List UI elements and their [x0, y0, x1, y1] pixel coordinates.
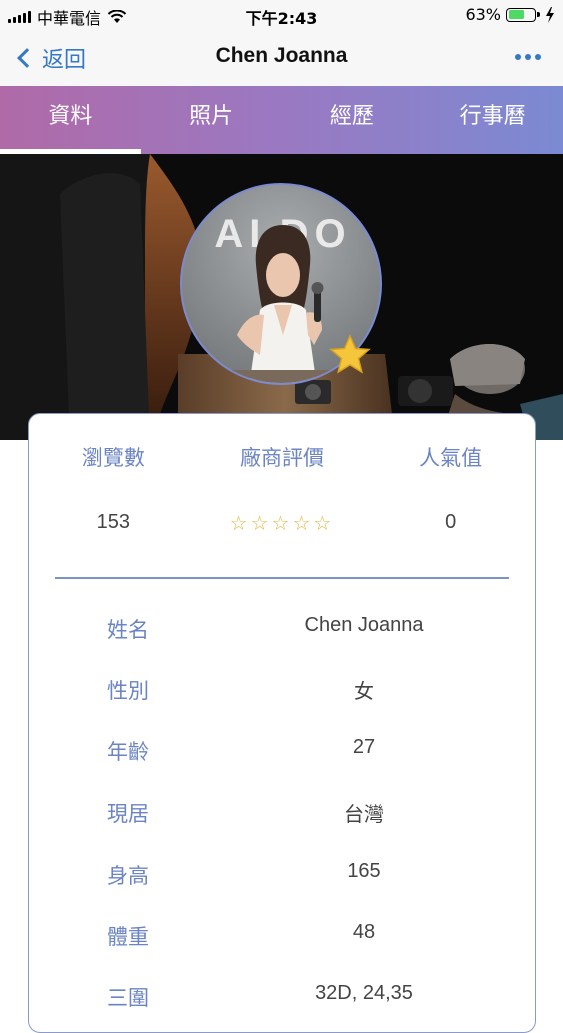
profile-card: 瀏覽數 廠商評價 人氣值 153 ☆☆☆☆☆ 0 姓名 Chen Joanna …	[28, 413, 536, 1033]
info-value: 台灣	[344, 804, 384, 826]
info-row-residence: 現居 台灣	[29, 798, 535, 838]
charging-bolt-icon	[546, 6, 554, 23]
stat-views-label: 瀏覽數	[81, 446, 145, 470]
info-value: 27	[352, 736, 376, 758]
stat-rating-label: 廠商評價	[240, 446, 324, 470]
battery-icon	[506, 7, 540, 22]
stat-views-value: 153	[96, 511, 131, 533]
stat-popularity-value: 0	[445, 511, 457, 533]
info-value: Chen Joanna	[304, 614, 424, 636]
info-label: 年齡	[107, 740, 149, 764]
info-value: 32D, 24,35	[315, 982, 413, 1004]
tab-bar: 資料 照片 經歷 行事曆	[0, 86, 563, 154]
info-label: 體重	[107, 925, 149, 949]
info-row-weight: 體重 48	[29, 921, 535, 961]
info-row-age: 年齡 27	[29, 736, 535, 776]
divider	[55, 577, 509, 579]
tab-photos[interactable]: 照片	[141, 86, 282, 154]
star-badge-icon	[329, 334, 371, 374]
page-title: Chen Joanna	[215, 44, 348, 67]
info-label: 性別	[107, 679, 149, 703]
rating-stars: ☆☆☆☆☆	[229, 511, 335, 535]
info-row-height: 身高 165	[29, 860, 535, 900]
stat-popularity-label: 人氣值	[419, 446, 483, 470]
tab-experience[interactable]: 經歷	[282, 86, 423, 154]
stats-headers: 瀏覽數 廠商評價 人氣值	[29, 442, 535, 472]
status-bar: 中華電信 下午2:43 63%	[0, 0, 563, 30]
info-value: 165	[347, 860, 381, 882]
info-value: 48	[352, 921, 376, 943]
stats-values: 153 ☆☆☆☆☆ 0	[29, 511, 535, 535]
info-label: 姓名	[107, 618, 149, 642]
battery-percent: 63%	[465, 5, 501, 24]
tab-profile[interactable]: 資料	[0, 86, 141, 154]
info-label: 三圍	[107, 986, 149, 1010]
tab-calendar[interactable]: 行事曆	[422, 86, 563, 154]
info-label: 身高	[107, 864, 149, 888]
status-right: 63%	[465, 5, 555, 24]
info-row-measurements: 三圍 32D, 24,35	[29, 982, 535, 1022]
nav-bar: 返回 Chen Joanna	[0, 30, 563, 86]
more-dots-icon[interactable]	[515, 54, 541, 60]
info-row-gender: 性別 女	[29, 675, 535, 715]
info-label: 現居	[107, 802, 149, 826]
info-row-name: 姓名 Chen Joanna	[29, 614, 535, 654]
info-value: 女	[354, 681, 374, 703]
